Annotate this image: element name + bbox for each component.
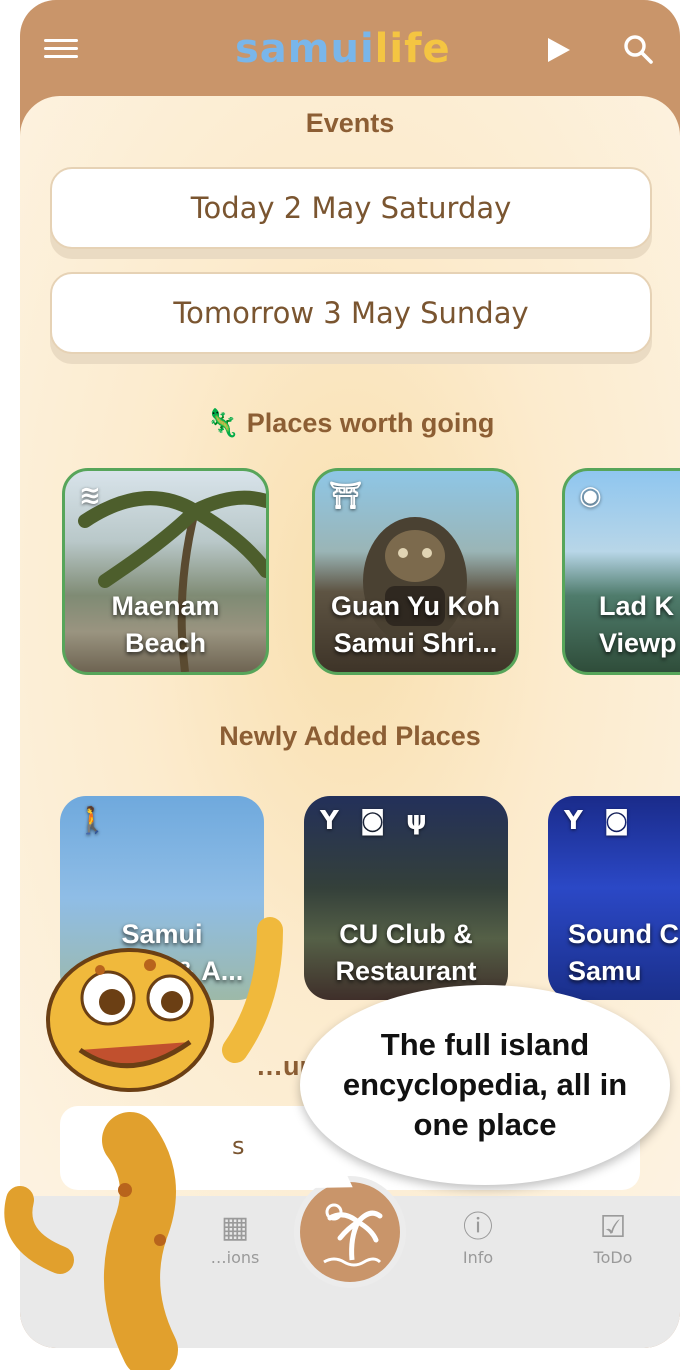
place-card[interactable]: ≋ Maenam Beach [62,468,269,675]
new-place-card[interactable]: Y ◙ Sound C Samu [548,796,680,1000]
app-logo: samuilife [235,26,451,72]
temple-icon: ⛩ [329,481,363,511]
place-card[interactable]: ◉ Lad K Viewp [562,468,680,675]
newly-added-title: Newly Added Places [219,721,481,751]
speech-bubble-text: The full island encyclopedia, all in one… [342,1027,628,1142]
info-icon: ⓘ [463,1210,493,1245]
hiking-icon: 🚶 [76,806,109,836]
places-worth-going-title: 🦎 Places worth going [205,408,495,438]
place-card[interactable]: ⛩ Guan Yu Koh Samui Shri... [312,468,519,675]
place-card-label: Guan Yu Koh Samui Shri... [330,591,500,658]
events-title: Events [305,108,395,138]
search-icon[interactable] [623,34,653,64]
today-events-button[interactable]: Today 2 May Saturday [50,167,652,249]
checklist-icon: ☑ [599,1210,627,1245]
place-card-label: Maenam Beach [111,591,220,658]
venue-icons: Y ◙ [564,806,636,836]
new-place-card-label: Sound C Samu [568,919,679,986]
tomorrow-events-button[interactable]: Tomorrow 3 May Sunday [50,272,652,354]
nav-item-info[interactable]: ⓘ Info [423,1208,533,1267]
place-card-label: Lad K Viewp [599,591,677,658]
app-header: samuilife [20,0,680,110]
new-place-card[interactable]: Y ◙ ψ CU Club & Restaurant [304,796,508,1000]
venue-icons: Y ◙ ψ [320,806,433,836]
swim-icon: ≋ [79,481,101,511]
play-icon[interactable] [548,38,570,62]
new-place-card-label: CU Club & Restaurant [335,919,477,986]
eye-icon: ◉ [579,481,602,511]
gecko-mascot [4,917,283,1370]
menu-icon[interactable] [44,34,78,64]
nav-item-todo[interactable]: ☑ ToDo [558,1208,668,1267]
